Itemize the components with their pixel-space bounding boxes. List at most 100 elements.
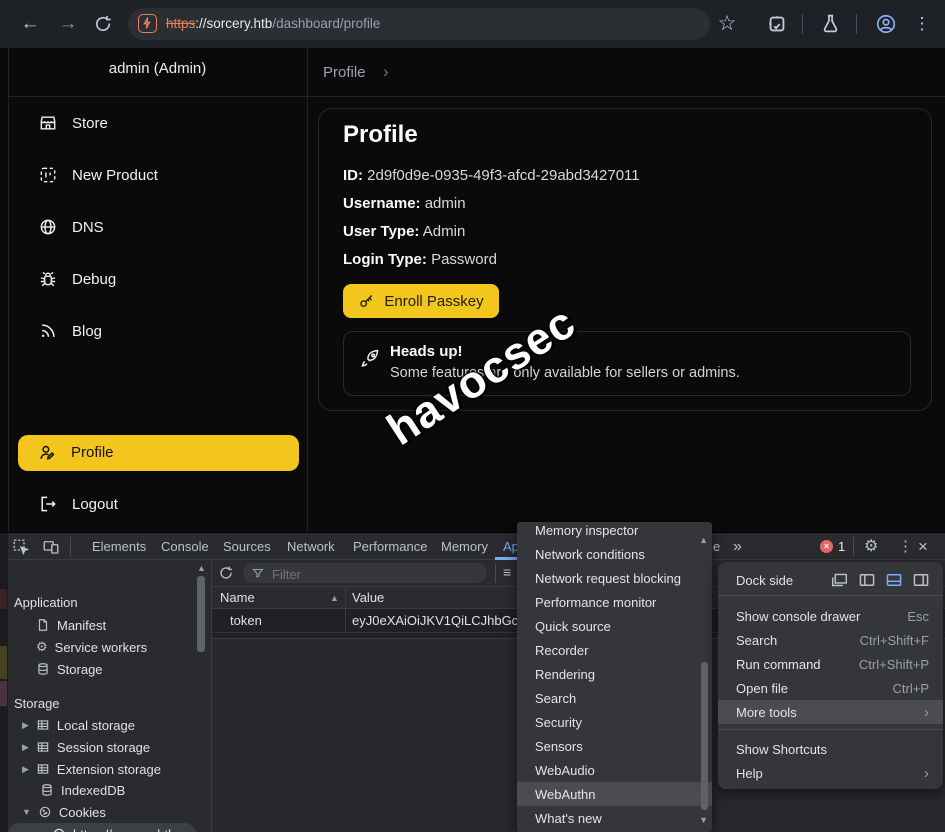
- profile-avatar-icon[interactable]: [875, 13, 897, 35]
- menu-item-webaudio[interactable]: WebAudio: [517, 758, 712, 782]
- tab-network[interactable]: Network: [287, 533, 335, 560]
- devtools-close-icon[interactable]: ×: [918, 533, 928, 560]
- table-icon: [36, 762, 50, 776]
- undock-icon[interactable]: [831, 573, 848, 587]
- cookie-filter-input[interactable]: [270, 564, 474, 584]
- cookie-filter-pill[interactable]: [243, 563, 487, 583]
- menu-item-security[interactable]: Security: [517, 710, 712, 734]
- menu-item-network-request-blocking[interactable]: Network request blocking: [517, 566, 712, 590]
- expand-icon[interactable]: ▶: [22, 743, 29, 752]
- menu-item-rendering[interactable]: Rendering: [517, 662, 712, 686]
- menu-item-help[interactable]: Help ›: [718, 761, 943, 785]
- menu-item-recorder[interactable]: Recorder: [517, 638, 712, 662]
- tree-item-manifest[interactable]: Manifest: [36, 614, 106, 636]
- submenu-scroll-up-icon[interactable]: ▲: [699, 536, 708, 545]
- menu-item-network-conditions[interactable]: Network conditions: [517, 542, 712, 566]
- sidebar-item-blog[interactable]: Blog: [38, 321, 102, 341]
- sidebar-item-profile-active[interactable]: Profile: [18, 435, 299, 471]
- menu-item-search[interactable]: Search Ctrl+Shift+F: [718, 628, 943, 652]
- dock-bottom-icon-selected[interactable]: [886, 573, 902, 587]
- expand-icon[interactable]: ▶: [22, 721, 29, 730]
- menu-item-quick-source[interactable]: Quick source: [517, 614, 712, 638]
- extensions-icon[interactable]: [766, 13, 788, 35]
- url-text: https://sorcery.htb/dashboard/profile: [166, 8, 380, 40]
- column-header-name[interactable]: Name: [220, 590, 255, 605]
- menu-item-show-shortcuts[interactable]: Show Shortcuts: [718, 737, 943, 761]
- menu-item-sensors[interactable]: Sensors: [517, 734, 712, 758]
- tree-item-local-storage[interactable]: ▶ Local storage: [22, 714, 135, 736]
- back-icon[interactable]: ←: [16, 0, 44, 48]
- tree-item-service-workers[interactable]: ⚙ Service workers: [36, 636, 147, 658]
- tab-performance[interactable]: Performance: [353, 533, 427, 560]
- cookie-value: eyJ0eXAiOiJKV1QiLCJhbGciOiJI: [352, 613, 544, 628]
- browser-toolbar: ← → https://sorcery.htb/dashboard/profil…: [0, 0, 945, 48]
- tree-item-cookie-host-selected[interactable]: https://sorcery.htb: [8, 823, 196, 832]
- settings-gear-icon[interactable]: ⚙: [864, 533, 878, 560]
- field-value: admin: [425, 195, 466, 212]
- breadcrumb[interactable]: Profile: [323, 64, 366, 81]
- tree-scrollbar-thumb[interactable]: [197, 576, 205, 652]
- submenu-scroll-down-icon[interactable]: ▼: [699, 816, 708, 825]
- error-badge-icon[interactable]: ×: [820, 540, 833, 553]
- menu-item-performance-monitor[interactable]: Performance monitor: [517, 590, 712, 614]
- menu-item-label: Memory inspector: [535, 523, 638, 538]
- sidebar-item-logout[interactable]: Logout: [38, 494, 118, 514]
- enroll-passkey-button[interactable]: Enroll Passkey: [343, 284, 499, 318]
- tree-item-session-storage[interactable]: ▶ Session storage: [22, 736, 150, 758]
- refresh-icon[interactable]: [218, 565, 234, 581]
- reload-icon[interactable]: [93, 14, 113, 34]
- tab-elements[interactable]: Elements: [92, 533, 146, 560]
- tabbar-divider: [70, 537, 71, 556]
- more-tabs-icon[interactable]: »: [733, 533, 742, 560]
- collapse-icon[interactable]: ▼: [22, 808, 31, 817]
- tree-label: Storage: [57, 662, 103, 677]
- menu-item-whats-new[interactable]: What's new: [517, 806, 712, 830]
- tree-item-storage[interactable]: Storage: [36, 658, 103, 680]
- menu-item-more-tools-highlighted[interactable]: More tools ›: [718, 700, 943, 724]
- menu-item-label: Performance monitor: [535, 595, 656, 610]
- menu-item-run-command[interactable]: Run command Ctrl+Shift+P: [718, 652, 943, 676]
- devtools-main-menu: Dock side Show console drawer Esc Search…: [718, 562, 943, 789]
- sidebar-item-store[interactable]: Store: [38, 113, 108, 133]
- inspect-element-icon[interactable]: [12, 538, 30, 556]
- error-count: 1: [838, 533, 845, 560]
- column-divider[interactable]: [345, 587, 346, 609]
- menu-item-search[interactable]: Search: [517, 686, 712, 710]
- more-tools-submenu: Memory inspector Network conditions Netw…: [517, 522, 712, 832]
- dock-side-row: Dock side: [718, 568, 943, 592]
- bookmark-star-icon[interactable]: ☆: [713, 0, 741, 48]
- insecure-site-icon[interactable]: [138, 14, 157, 33]
- edge-artifact: [0, 681, 7, 706]
- expand-icon[interactable]: ▶: [22, 765, 29, 774]
- sidebar-item-new-product[interactable]: New Product: [38, 165, 158, 185]
- browser-menu-icon[interactable]: ⋮: [908, 0, 936, 48]
- dock-right-icon[interactable]: [913, 573, 929, 587]
- url-bar[interactable]: https://sorcery.htb/dashboard/profile: [128, 8, 710, 40]
- menu-item-webauthn-highlighted[interactable]: WebAuthn: [517, 782, 712, 806]
- tree-label: Extension storage: [57, 762, 161, 777]
- devtools-menu-icon[interactable]: ⋮: [898, 533, 913, 560]
- sidebar-item-label: Store: [72, 115, 108, 132]
- clear-filter-icon[interactable]: ≡: [503, 564, 511, 580]
- flask-icon[interactable]: [820, 13, 841, 34]
- tree-item-extension-storage[interactable]: ▶ Extension storage: [22, 758, 161, 780]
- menu-item-label: Run command: [736, 657, 821, 672]
- menu-item-memory-inspector[interactable]: Memory inspector: [517, 522, 712, 542]
- sidebar-item-dns[interactable]: DNS: [38, 217, 104, 237]
- tab-console[interactable]: Console: [161, 533, 209, 560]
- tab-memory[interactable]: Memory: [441, 533, 488, 560]
- tab-sources[interactable]: Sources: [223, 533, 271, 560]
- column-header-value[interactable]: Value: [352, 590, 384, 605]
- database-icon: [40, 783, 54, 797]
- device-toolbar-icon[interactable]: [42, 538, 60, 556]
- menu-item-open-file[interactable]: Open file Ctrl+P: [718, 676, 943, 700]
- tree-scroll-up-icon[interactable]: ▲: [197, 564, 206, 573]
- menu-item-show-console-drawer[interactable]: Show console drawer Esc: [718, 604, 943, 628]
- tree-item-cookies[interactable]: ▼ Cookies: [22, 801, 106, 823]
- submenu-scrollbar-thumb[interactable]: [701, 662, 708, 810]
- dock-left-icon[interactable]: [859, 573, 875, 587]
- tree-item-indexeddb[interactable]: IndexedDB: [40, 779, 125, 801]
- sidebar-item-debug[interactable]: Debug: [38, 269, 116, 289]
- forward-icon[interactable]: →: [54, 0, 82, 48]
- sidebar-item-label: Blog: [72, 323, 102, 340]
